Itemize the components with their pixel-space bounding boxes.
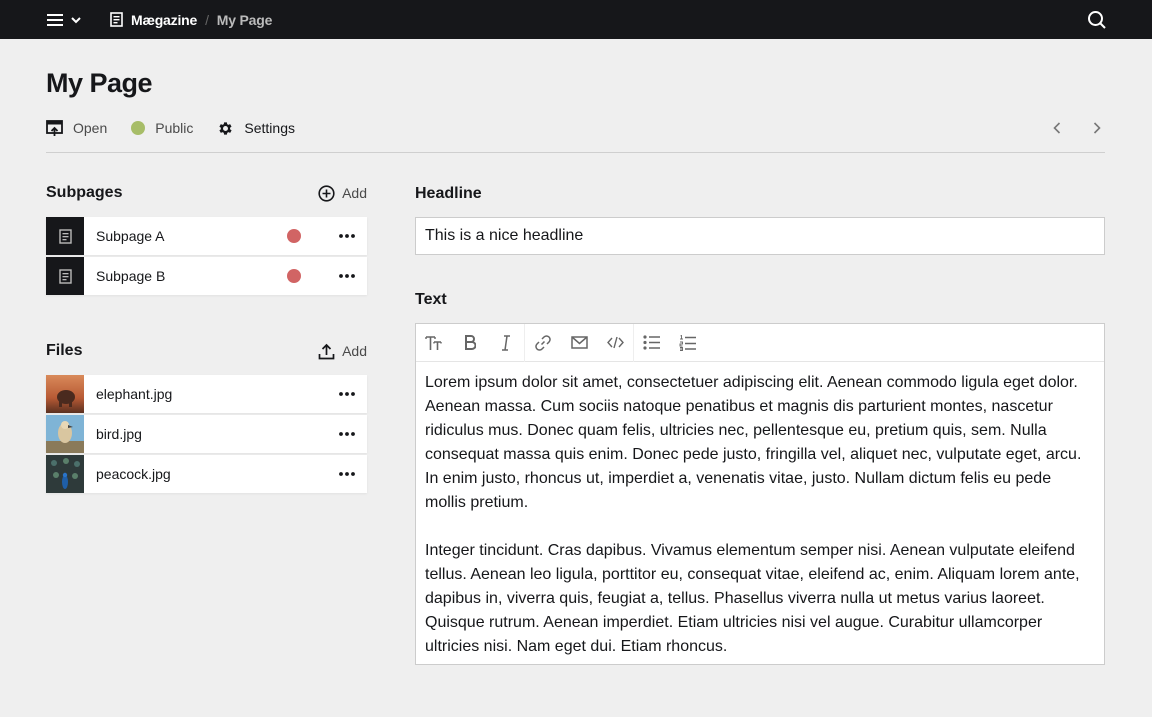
- text-label: Text: [415, 291, 447, 308]
- status-label: Public: [155, 120, 194, 136]
- headline-input[interactable]: [415, 217, 1105, 255]
- bold-icon: [465, 335, 476, 350]
- editor-content[interactable]: Lorem ipsum dolor sit amet, consectetuer…: [416, 362, 1104, 659]
- bullet-list-button[interactable]: [634, 324, 670, 362]
- headings-button[interactable]: [416, 324, 452, 362]
- page-title: My Page: [46, 68, 153, 98]
- more-icon: [339, 432, 355, 436]
- list-item[interactable]: Subpage B: [46, 257, 367, 295]
- list-item[interactable]: bird.jpg: [46, 415, 367, 453]
- search-button[interactable]: [1086, 9, 1108, 31]
- options-button[interactable]: [327, 217, 367, 255]
- upload-file-label: Add: [342, 343, 367, 359]
- list-item-label: Subpage A: [96, 228, 165, 244]
- paragraph: Lorem ipsum dolor sit amet, consectetuer…: [425, 374, 1082, 511]
- more-icon: [339, 274, 355, 278]
- breadcrumb-separator: /: [205, 11, 209, 28]
- list-item-label: elephant.jpg: [96, 386, 173, 402]
- code-button[interactable]: [597, 324, 633, 362]
- status-button[interactable]: Public: [131, 120, 193, 136]
- search-icon: [1088, 11, 1106, 29]
- open-button[interactable]: Open: [46, 119, 108, 137]
- more-icon: [339, 392, 355, 396]
- link-icon: [535, 334, 551, 351]
- ordered-list-button[interactable]: [670, 324, 706, 362]
- more-icon: [339, 234, 355, 238]
- paragraph: Integer tincidunt. Cras dapibus. Vivamus…: [425, 542, 1080, 655]
- chevron-down-icon: [71, 16, 81, 23]
- peacock-thumbnail: [46, 455, 84, 493]
- options-button[interactable]: [327, 257, 367, 295]
- settings-button[interactable]: Settings: [217, 120, 295, 137]
- subpages-title: Subpages: [46, 184, 123, 201]
- add-subpage-label: Add: [342, 185, 367, 201]
- open-label: Open: [73, 120, 108, 136]
- headings-icon: [425, 335, 442, 350]
- open-preview-icon: [46, 119, 63, 136]
- options-button[interactable]: [327, 375, 367, 413]
- editor-toolbar: [416, 323, 1104, 362]
- chevron-right-icon: [1093, 122, 1101, 134]
- elephant-thumbnail: [46, 375, 84, 413]
- bird-thumbnail: [46, 415, 84, 453]
- italic-button[interactable]: [488, 324, 524, 362]
- list-item-label: peacock.jpg: [96, 466, 171, 482]
- files-list: elephant.jpg bird.jpg peacock.jpg: [46, 375, 367, 495]
- list-item[interactable]: elephant.jpg: [46, 375, 367, 413]
- files-header: Files Add: [46, 342, 367, 360]
- subpages-list: Subpage A Subpage B: [46, 217, 367, 297]
- bold-button[interactable]: [452, 324, 488, 362]
- list-item[interactable]: Subpage A: [46, 217, 367, 255]
- code-icon: [606, 336, 624, 349]
- topbar: Mægazine / My Page: [0, 0, 1152, 39]
- menu-button[interactable]: [38, 7, 90, 33]
- email-button[interactable]: [561, 324, 597, 362]
- options-button[interactable]: [327, 455, 367, 493]
- bullet-list-icon: [643, 335, 660, 350]
- add-subpage-button[interactable]: Add: [318, 184, 367, 202]
- list-item[interactable]: peacock.jpg: [46, 455, 367, 493]
- italic-icon: [502, 334, 510, 351]
- status-draft-dot[interactable]: [287, 269, 301, 283]
- files-title: Files: [46, 342, 83, 359]
- chevron-left-icon: [1053, 122, 1061, 134]
- prev-page-button[interactable]: [1047, 118, 1067, 138]
- link-button[interactable]: [525, 324, 561, 362]
- subpage-thumb: [46, 257, 84, 295]
- hamburger-icon: [47, 14, 63, 26]
- upload-icon: [318, 343, 335, 359]
- add-circle-icon: [318, 184, 335, 202]
- breadcrumb: Mægazine / My Page: [110, 0, 272, 39]
- more-icon: [339, 472, 355, 476]
- gear-icon: [219, 121, 232, 135]
- settings-label: Settings: [244, 120, 295, 136]
- page-icon: [58, 268, 72, 284]
- ordered-list-icon: [679, 334, 696, 351]
- text-editor[interactable]: Lorem ipsum dolor sit amet, consectetuer…: [415, 323, 1105, 665]
- email-icon: [570, 336, 588, 349]
- breadcrumb-site[interactable]: Mægazine: [110, 12, 197, 28]
- header-divider: [46, 152, 1105, 153]
- options-button[interactable]: [327, 415, 367, 453]
- page-icon: [58, 228, 72, 244]
- subpage-thumb: [46, 217, 84, 255]
- headline-label: Headline: [415, 185, 482, 202]
- status-draft-dot[interactable]: [287, 229, 301, 243]
- breadcrumb-site-label: Mægazine: [131, 11, 198, 28]
- list-item-label: Subpage B: [96, 268, 166, 284]
- next-page-button[interactable]: [1087, 118, 1107, 138]
- breadcrumb-current[interactable]: My Page: [217, 12, 273, 28]
- page-actions: Open Public Settings: [46, 116, 319, 140]
- status-public-dot: [131, 121, 146, 135]
- list-item-label: bird.jpg: [96, 426, 142, 442]
- upload-file-button[interactable]: Add: [318, 343, 367, 360]
- subpages-header: Subpages Add: [46, 184, 367, 202]
- page-icon: [110, 12, 123, 27]
